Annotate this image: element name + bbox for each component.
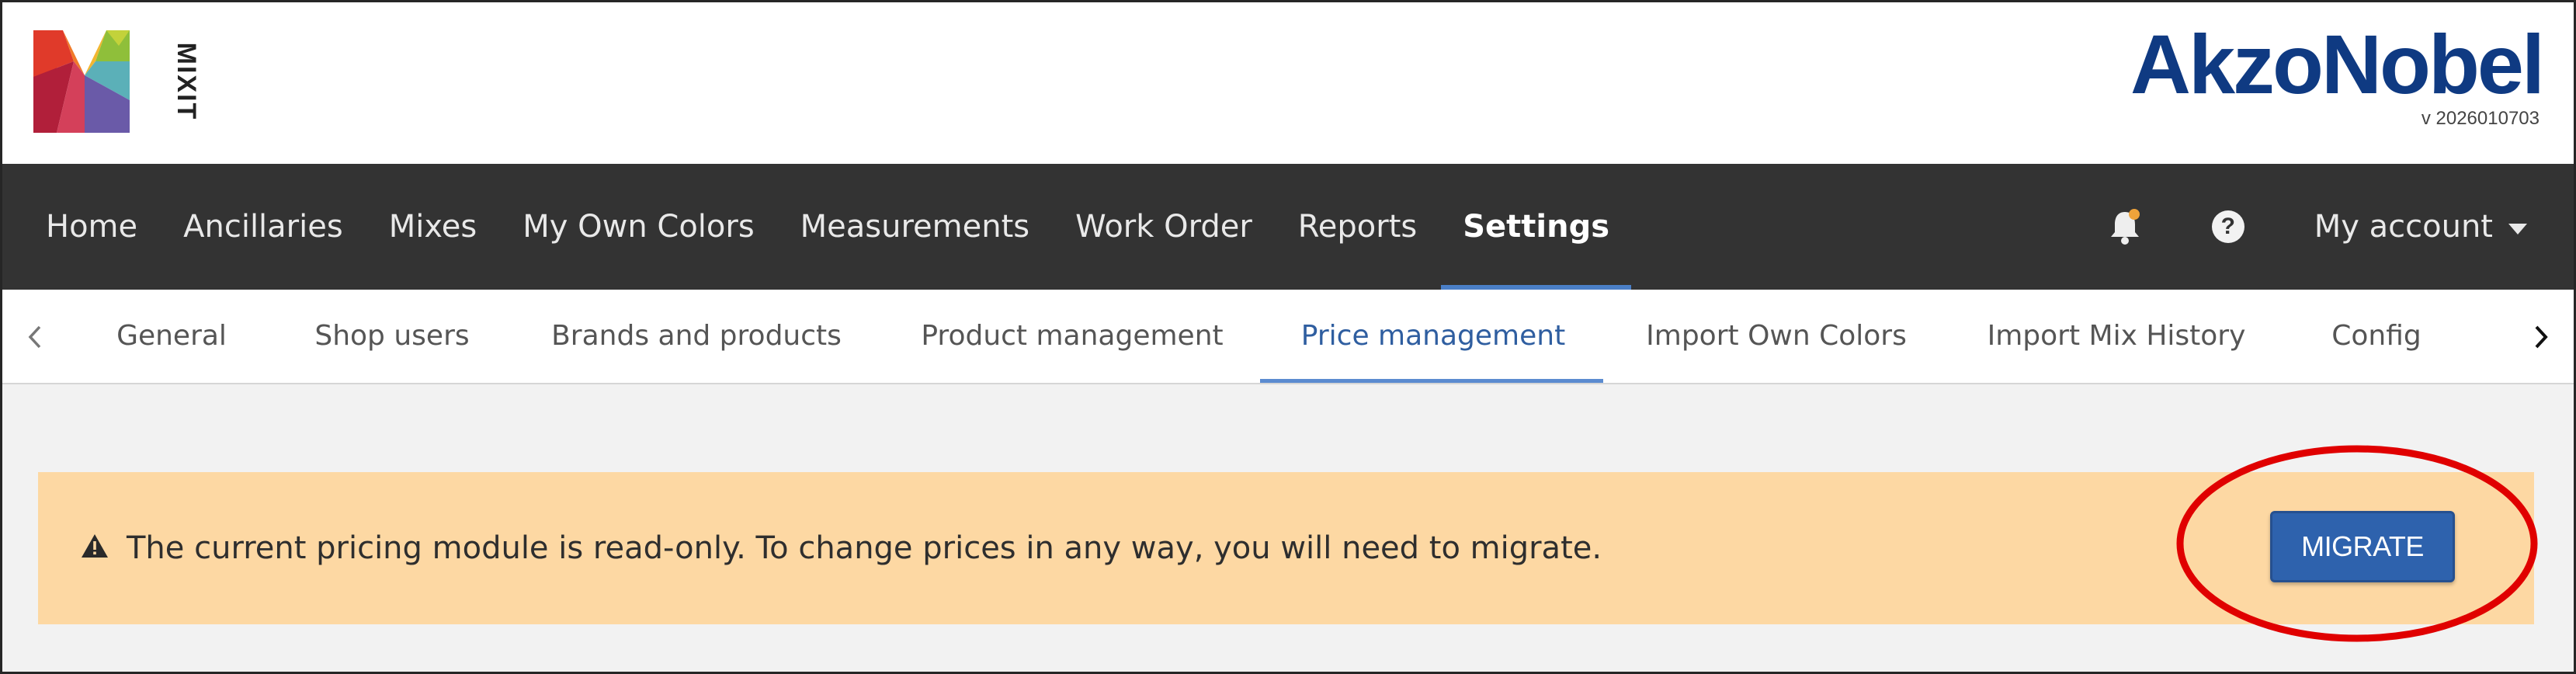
- active-tab-indicator: [1260, 379, 1603, 383]
- nav-item-my-own-colors[interactable]: My Own Colors: [522, 164, 754, 290]
- chevron-left-icon[interactable]: [16, 318, 55, 356]
- nav-item-ancillaries[interactable]: Ancillaries: [183, 164, 343, 290]
- tab-product-management[interactable]: Product management: [921, 290, 1223, 383]
- tab-shop-users[interactable]: Shop users: [314, 290, 469, 383]
- tab-general[interactable]: General: [116, 290, 227, 383]
- tab-brands-and-products[interactable]: Brands and products: [551, 290, 842, 383]
- brand: AkzoNobel v 2026010703: [2130, 17, 2545, 130]
- nav-item-measurements[interactable]: Measurements: [800, 164, 1029, 290]
- mixit-logo[interactable]: MIXIT: [33, 30, 196, 133]
- main-nav: Home Ancillaries Mixes My Own Colors Mea…: [2, 164, 2574, 290]
- brand-name: AkzoNobel: [2130, 17, 2545, 111]
- warning-icon: [82, 534, 108, 558]
- alert-message: The current pricing module is read-only.…: [127, 530, 1602, 566]
- migrate-button[interactable]: MIGRATE: [2270, 511, 2455, 582]
- bell-icon[interactable]: [2108, 207, 2142, 246]
- nav-item-mixes[interactable]: Mixes: [389, 164, 477, 290]
- nav-item-reports[interactable]: Reports: [1298, 164, 1417, 290]
- tab-price-management[interactable]: Price management: [1301, 290, 1565, 383]
- content-area: The current pricing module is read-only.…: [2, 384, 2574, 672]
- tab-config[interactable]: Config: [2331, 290, 2422, 383]
- my-account-menu[interactable]: My account: [2314, 209, 2527, 245]
- tab-import-own-colors[interactable]: Import Own Colors: [1646, 290, 1907, 383]
- app-window: MIXIT AkzoNobel v 2026010703 Home Ancill…: [0, 0, 2576, 674]
- nav-item-work-order[interactable]: Work Order: [1075, 164, 1252, 290]
- read-only-alert: The current pricing module is read-only.…: [38, 472, 2534, 624]
- tab-import-mix-history[interactable]: Import Mix History: [1988, 290, 2246, 383]
- settings-subnav: General Shop users Brands and products P…: [2, 290, 2574, 384]
- nav-item-home[interactable]: Home: [46, 164, 137, 290]
- caret-down-icon: [2508, 224, 2527, 235]
- logo-text: MIXIT: [172, 43, 196, 121]
- question-circle-icon[interactable]: ?: [2211, 210, 2244, 243]
- version-label: v 2026010703: [2421, 108, 2540, 129]
- nav-item-settings[interactable]: Settings: [1441, 164, 1631, 290]
- account-label: My account: [2314, 209, 2493, 245]
- chevron-right-icon[interactable]: [2521, 318, 2560, 356]
- header: MIXIT AkzoNobel v 2026010703: [2, 2, 2574, 164]
